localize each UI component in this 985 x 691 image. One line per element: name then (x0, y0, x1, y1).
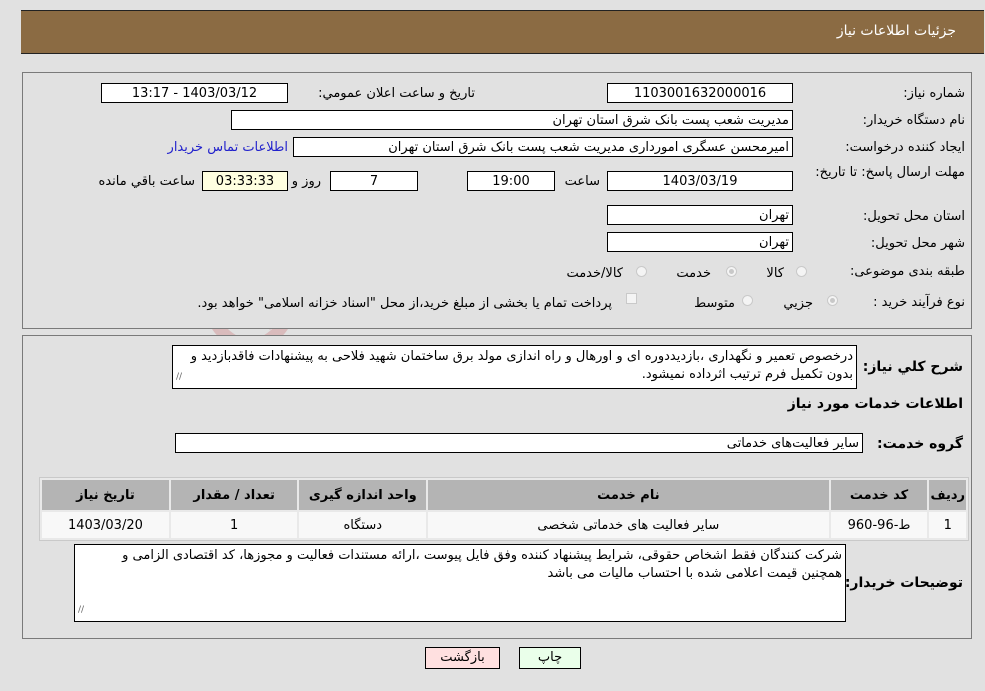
purchase-type-option-medium: متوسط (694, 296, 735, 311)
deadline-date-field: 1403/03/19 (607, 171, 793, 191)
description-text: درخصوص تعمیر و نگهداری ،بازدیددوره ای و … (190, 349, 853, 382)
province-field: تهران (607, 205, 793, 225)
treasury-checkbox[interactable] (626, 293, 637, 304)
description-label: شرح كلي نياز: (862, 359, 963, 375)
need-number-field: 1103001632000016 (607, 83, 793, 103)
cell-service-name: سایر فعالیت های خدماتی شخصی (428, 512, 829, 538)
province-label: استان محل تحویل: (863, 209, 965, 224)
cell-row-number: 1 (929, 512, 966, 538)
services-section-title: اطلاعات خدمات مورد نیاز (787, 396, 963, 412)
page-header: جزئیات اطلاعات نیاز (21, 10, 984, 54)
cell-need-date: 1403/03/20 (42, 512, 169, 538)
deadline-label: مهلت ارسال پاسخ: تا تاریخ: (815, 165, 965, 180)
services-table: ردیف کد خدمت نام خدمت واحد اندازه گیری ت… (39, 477, 969, 541)
purchase-type-label: نوع فرآیند خرید : (873, 295, 965, 310)
description-textarea[interactable]: درخصوص تعمیر و نگهداری ،بازدیددوره ای و … (172, 345, 857, 389)
days-remaining-field: 7 (330, 171, 418, 191)
col-header-service-name: نام خدمت (428, 480, 829, 510)
table-header-row: ردیف کد خدمت نام خدمت واحد اندازه گیری ت… (42, 480, 966, 510)
resize-grip-icon[interactable]: // (176, 368, 182, 386)
resize-grip-icon[interactable]: // (78, 601, 84, 619)
page-title: جزئیات اطلاعات نیاز (836, 23, 956, 39)
col-header-unit: واحد اندازه گیری (299, 480, 427, 510)
purchase-type-radio-minor[interactable] (827, 295, 838, 306)
category-option-goods: کالا (766, 266, 784, 281)
purchase-type-radio-medium[interactable] (742, 295, 753, 306)
service-group-field: سایر فعالیت‌های خدماتی (175, 433, 863, 453)
city-field: تهران (607, 232, 793, 252)
col-header-service-code: کد خدمت (830, 480, 928, 510)
announce-datetime-field: 1403/03/12 - 13:17 (101, 83, 288, 103)
category-radio-service[interactable] (726, 266, 737, 277)
category-option-service: خدمت (676, 266, 711, 281)
purchase-type-option-minor: جزيي (783, 296, 813, 311)
remaining-time-field: 03:33:33 (202, 171, 288, 191)
category-radio-goods-service[interactable] (636, 266, 647, 277)
buyer-org-field: مدیریت شعب پست بانک شرق استان تهران (231, 110, 793, 130)
category-radio-goods[interactable] (796, 266, 807, 277)
col-header-need-date: تاریخ نیاز (42, 480, 169, 510)
creator-label: ایجاد کننده درخواست: (845, 140, 965, 155)
cell-unit: دستگاه (299, 512, 427, 538)
days-label: روز و (291, 174, 321, 189)
buyer-notes-label: توضیحات خریدار: (844, 575, 963, 591)
city-label: شهر محل تحویل: (870, 236, 965, 251)
category-label: طبقه بندی موضوعی: (849, 264, 965, 279)
table-row: 1 ط-96-960 سایر فعالیت های خدماتی شخصی د… (42, 512, 966, 538)
remaining-time-label: ساعت باقي مانده (98, 174, 195, 189)
print-button[interactable]: چاپ (519, 647, 581, 669)
cell-service-code: ط-96-960 (830, 512, 928, 538)
service-group-label: گروه خدمت: (877, 436, 963, 452)
col-header-quantity: تعداد / مقدار (170, 480, 298, 510)
creator-field: امیرمحسن عسگری امورداری مدیریت شعب پست ب… (293, 137, 793, 157)
buyer-notes-textarea[interactable]: شرکت کنندگان فقط اشخاص حقوقی، شرایط پیشن… (74, 544, 846, 622)
buyer-org-label: نام دستگاه خريدار: (862, 113, 965, 128)
buyer-contact-link[interactable]: اطلاعات تماس خریدار (168, 140, 288, 155)
deadline-time-label: ساعت (564, 174, 600, 189)
announce-datetime-label: تاريخ و ساعت اعلان عمومي: (318, 86, 475, 101)
treasury-note: پرداخت تمام یا بخشی از مبلغ خرید،از محل … (197, 296, 612, 311)
buyer-notes-text: شرکت کنندگان فقط اشخاص حقوقی، شرایط پیشن… (122, 548, 842, 581)
category-option-goods-service: کالا/خدمت (566, 266, 623, 281)
back-button[interactable]: بازگشت (425, 647, 500, 669)
col-header-row-number: ردیف (929, 480, 966, 510)
cell-quantity: 1 (170, 512, 298, 538)
deadline-time-field: 19:00 (467, 171, 555, 191)
need-number-label: شماره نیاز: (903, 86, 965, 101)
